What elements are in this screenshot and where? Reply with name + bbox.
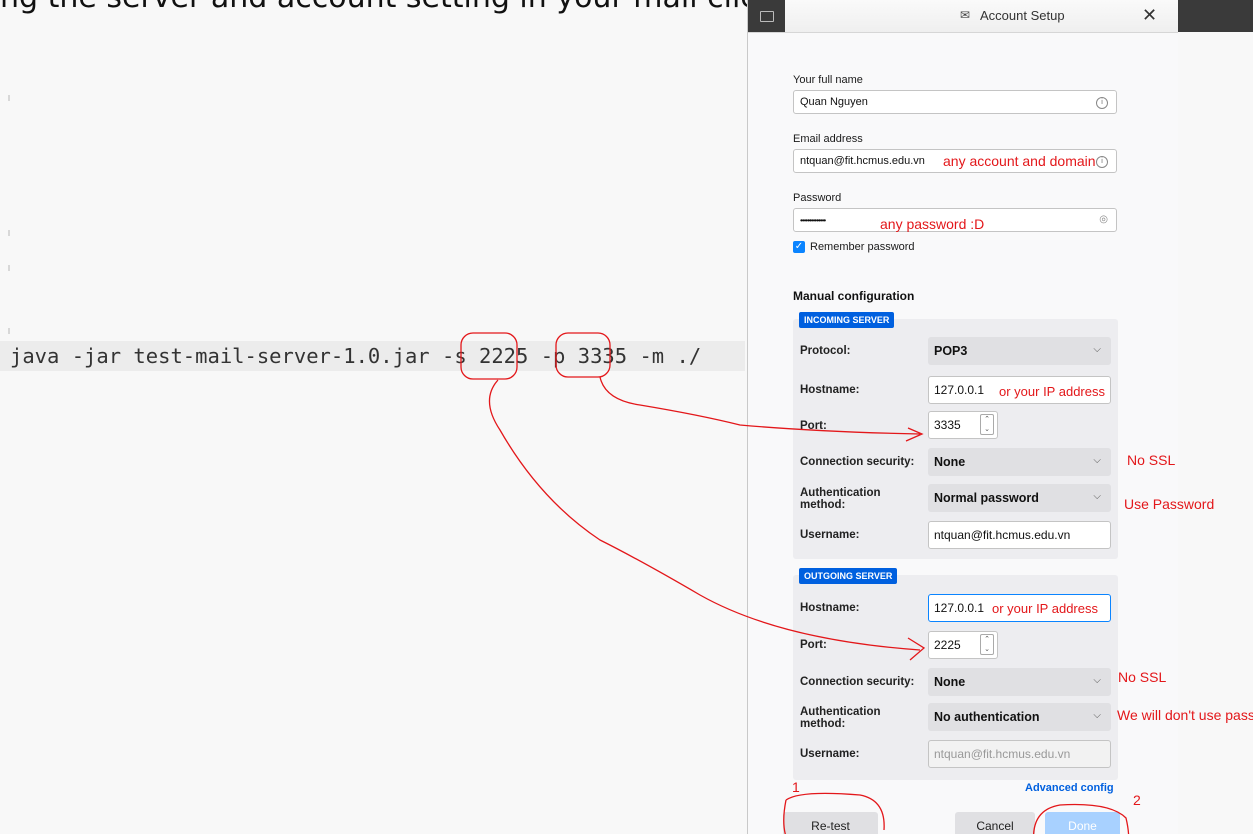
pop-port-circle — [555, 332, 611, 378]
smtp-port-circle — [460, 332, 518, 380]
annotation-overlay — [460, 332, 1130, 834]
retest-circle — [783, 792, 885, 834]
done-circle — [1033, 803, 1130, 834]
pop-port-arrow — [599, 376, 921, 435]
smtp-port-arrow — [488, 379, 921, 651]
